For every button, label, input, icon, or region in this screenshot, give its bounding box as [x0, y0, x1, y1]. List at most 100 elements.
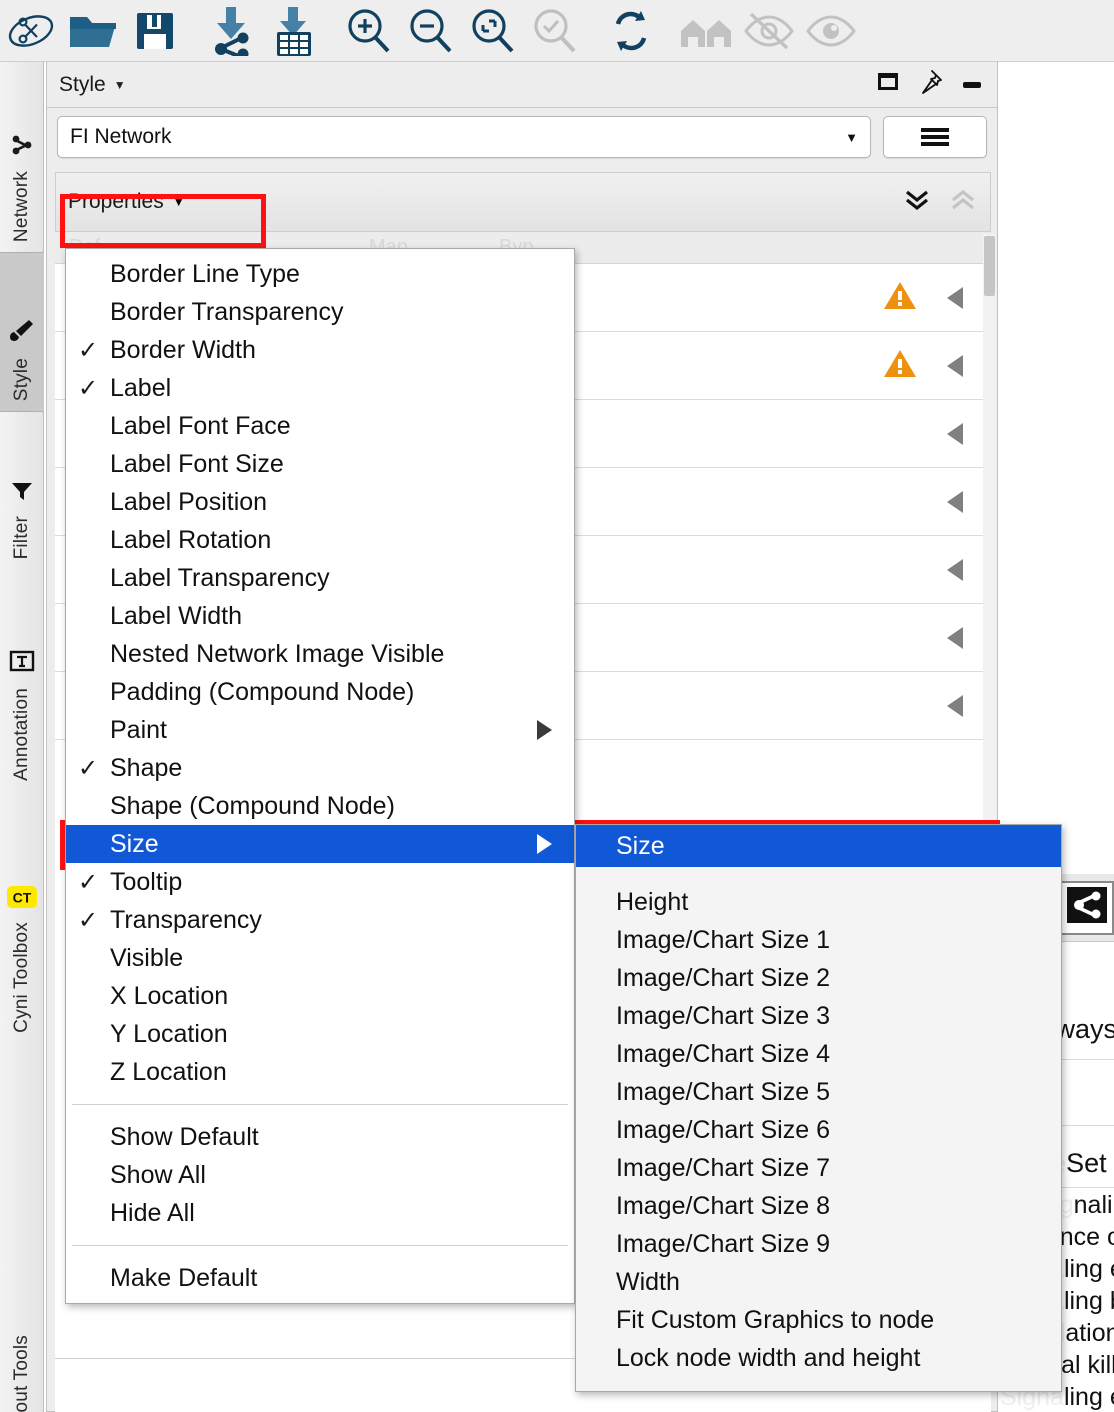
menu-item-transparency[interactable]: ✓Transparency: [66, 901, 574, 939]
share-network-icon: [1067, 887, 1107, 928]
save-icon[interactable]: [124, 3, 186, 59]
options-menu-button[interactable]: [883, 116, 987, 158]
menu-item-show-default[interactable]: Show Default: [66, 1118, 574, 1156]
list-item-text: al kill: [1061, 1351, 1114, 1380]
import-table-icon[interactable]: [262, 3, 324, 59]
menu-item-label-transparency[interactable]: Label Transparency: [66, 559, 574, 597]
open-folder-icon[interactable]: [62, 3, 124, 59]
menu-item-tooltip[interactable]: ✓Tooltip: [66, 863, 574, 901]
submenu-item-fit-custom-graphics-to-node[interactable]: Fit Custom Graphics to node: [576, 1301, 1061, 1339]
submenu-item-image-chart-size-2[interactable]: Image/Chart Size 2: [576, 959, 1061, 997]
chevron-down-icon[interactable]: ▼: [173, 195, 185, 209]
sidebar-item-cyni-toolbox[interactable]: Cyni Toolbox CT: [0, 793, 44, 1043]
zoom-fit-icon[interactable]: [462, 3, 524, 59]
menu-item-label: Border Line Type: [110, 260, 300, 289]
eye-hidden-icon: [738, 3, 800, 59]
menu-item-shape[interactable]: ✓Shape: [66, 749, 574, 787]
zoom-out-icon[interactable]: [400, 3, 462, 59]
sidebar-item-style[interactable]: Style: [0, 252, 44, 412]
submenu-item-height[interactable]: Height: [576, 883, 1061, 921]
menu-item-visible[interactable]: Visible: [66, 939, 574, 977]
share-network-button[interactable]: [1060, 881, 1114, 935]
menu-item-z-location[interactable]: Z Location: [66, 1053, 574, 1091]
menu-item-size[interactable]: Size: [66, 825, 574, 863]
zoom-selected-icon[interactable]: [524, 3, 586, 59]
menu-item-label-font-face[interactable]: Label Font Face: [66, 407, 574, 445]
new-network-icon[interactable]: [0, 3, 62, 59]
pin-icon[interactable]: [917, 69, 943, 100]
menu-item-label: Label Position: [110, 488, 267, 517]
row-expand-arrow-icon[interactable]: [947, 423, 963, 445]
sidebar-item-annotation[interactable]: Annotation: [0, 571, 44, 791]
style-combo[interactable]: FI Network ▼: [57, 116, 871, 158]
chevron-down-icon: ▼: [845, 130, 858, 145]
row-expand-arrow-icon[interactable]: [947, 355, 963, 377]
submenu-item-image-chart-size-3[interactable]: Image/Chart Size 3: [576, 997, 1061, 1035]
menu-item-border-line-type[interactable]: Border Line Type: [66, 255, 574, 293]
scrollbar-thumb[interactable]: [984, 236, 995, 296]
panel-titlebar: Style ▼: [47, 62, 997, 108]
properties-button-label[interactable]: Properties: [68, 190, 164, 214]
menu-item-make-default[interactable]: Make Default: [66, 1259, 574, 1297]
double-chevron-down-icon[interactable]: [902, 187, 932, 218]
menu-item-border-transparency[interactable]: Border Transparency: [66, 293, 574, 331]
menu-item-y-location[interactable]: Y Location: [66, 1015, 574, 1053]
submenu-item-image-chart-size-1[interactable]: Image/Chart Size 1: [576, 921, 1061, 959]
sidebar-item-network[interactable]: Network: [0, 62, 44, 252]
sidebar-item-style-label: Style: [11, 358, 33, 401]
submenu-item-image-chart-size-5[interactable]: Image/Chart Size 5: [576, 1073, 1061, 1111]
submenu-item-width[interactable]: Width: [576, 1263, 1061, 1301]
menu-item-paint[interactable]: Paint: [66, 711, 574, 749]
submenu-item-lock-node-width-and-height[interactable]: Lock node width and height: [576, 1339, 1061, 1377]
submenu-item-image-chart-size-8[interactable]: Image/Chart Size 8: [576, 1187, 1061, 1225]
menu-item-label: Label Font Size: [110, 450, 284, 479]
row-expand-arrow-icon[interactable]: [947, 559, 963, 581]
sidebar-item-layout-tools[interactable]: yout Tools: [0, 1252, 44, 1412]
submenu-item-image-chart-size-9[interactable]: Image/Chart Size 9: [576, 1225, 1061, 1263]
float-window-icon[interactable]: [875, 69, 901, 100]
menu-item-label[interactable]: ✓Label: [66, 369, 574, 407]
check-icon: ✓: [66, 754, 110, 783]
properties-strip: Properties ▼: [55, 172, 991, 232]
double-chevron-up-icon[interactable]: [948, 187, 978, 218]
menu-item-label: Make Default: [110, 1264, 257, 1293]
minimize-icon[interactable]: [959, 69, 985, 100]
submenu-item-image-chart-size-7[interactable]: Image/Chart Size 7: [576, 1149, 1061, 1187]
menu-item-label: Shape (Compound Node): [110, 792, 395, 821]
menu-item-label-width[interactable]: Label Width: [66, 597, 574, 635]
panel-title-label: Style: [59, 73, 106, 97]
hamburger-icon: [921, 125, 949, 149]
row-expand-arrow-icon[interactable]: [947, 287, 963, 309]
zoom-in-icon[interactable]: [338, 3, 400, 59]
eye-visible-icon: [800, 3, 862, 59]
menu-item-show-all[interactable]: Show All: [66, 1156, 574, 1194]
text-box-icon: [9, 648, 35, 680]
sidebar-item-filter-label: Filter: [11, 516, 33, 559]
menu-item-label-font-size[interactable]: Label Font Size: [66, 445, 574, 483]
row-expand-arrow-icon[interactable]: [947, 627, 963, 649]
import-network-icon[interactable]: [200, 3, 262, 59]
menu-item-label: Hide All: [110, 1199, 195, 1228]
row-expand-arrow-icon[interactable]: [947, 491, 963, 513]
menu-item-label-rotation[interactable]: Label Rotation: [66, 521, 574, 559]
menu-item-label-position[interactable]: Label Position: [66, 483, 574, 521]
menu-item-label: Size: [110, 830, 159, 859]
submenu-arrow-icon: [537, 834, 552, 854]
ct-badge-icon: CT: [7, 886, 37, 914]
chevron-down-icon[interactable]: ▼: [114, 78, 126, 92]
row-expand-arrow-icon[interactable]: [947, 695, 963, 717]
size-submenu-header[interactable]: Size: [576, 825, 1061, 867]
sidebar-item-filter[interactable]: Filter: [0, 414, 44, 569]
menu-item-border-width[interactable]: ✓Border Width: [66, 331, 574, 369]
menu-item-x-location[interactable]: X Location: [66, 977, 574, 1015]
menu-item-shape-compound-node[interactable]: Shape (Compound Node): [66, 787, 574, 825]
menu-item-nested-network-image-visible[interactable]: Nested Network Image Visible: [66, 635, 574, 673]
menu-item-hide-all[interactable]: Hide All: [66, 1194, 574, 1232]
warning-icon: [883, 348, 917, 383]
list-item-text: ling e: [1064, 1255, 1114, 1284]
refresh-icon[interactable]: [600, 3, 662, 59]
menu-item-padding-compound-node[interactable]: Padding (Compound Node): [66, 673, 574, 711]
submenu-item-image-chart-size-4[interactable]: Image/Chart Size 4: [576, 1035, 1061, 1073]
submenu-item-image-chart-size-6[interactable]: Image/Chart Size 6: [576, 1111, 1061, 1149]
svg-text:CT: CT: [13, 890, 32, 906]
